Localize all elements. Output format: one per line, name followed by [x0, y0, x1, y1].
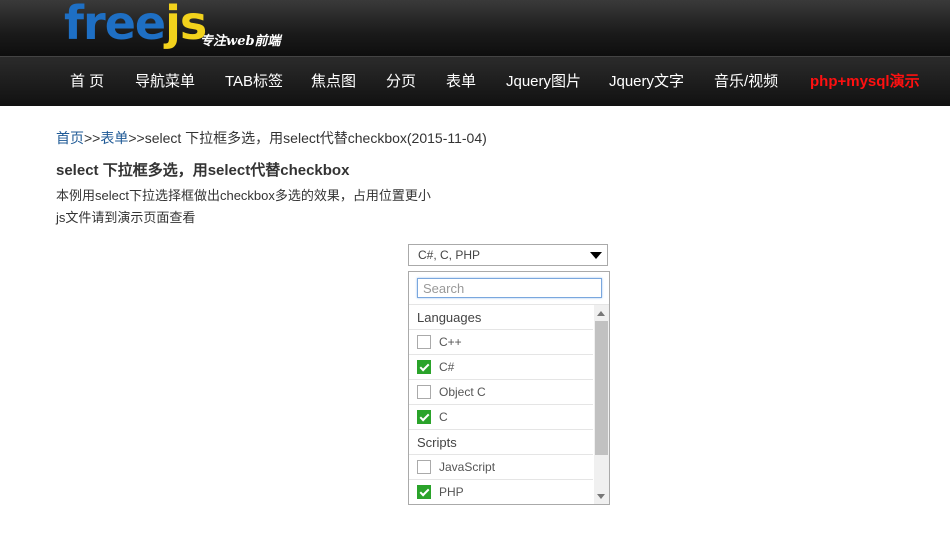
breadcrumb-category-link[interactable]: 表单	[100, 130, 128, 146]
article-note: js文件请到演示页面查看	[56, 210, 196, 225]
nav-item-home[interactable]: 首 页	[70, 70, 104, 91]
breadcrumb-current: select 下拉框多选，用select代替checkbox(2015-11-0…	[144, 130, 487, 146]
site-logo[interactable]: freejs	[64, 0, 207, 50]
options-list[interactable]: Languages C++ C# Object C C Scripts Java…	[409, 304, 609, 504]
dropdown-caret-icon[interactable]	[590, 252, 602, 259]
option-row[interactable]: C	[409, 405, 593, 430]
option-label: C++	[439, 335, 462, 349]
nav-item-focus[interactable]: 焦点图	[311, 70, 356, 91]
multi-select-box[interactable]: C#, C, PHP	[408, 244, 608, 266]
checkbox[interactable]	[417, 385, 431, 399]
breadcrumb: 首页>>表单>>select 下拉框多选，用select代替checkbox(2…	[56, 128, 487, 148]
scroll-up-arrow-icon[interactable]	[597, 311, 605, 316]
site-tagline: 专注web前端	[200, 34, 281, 49]
option-row[interactable]: C#	[409, 355, 593, 380]
option-label: C#	[439, 360, 455, 374]
nav-item-media[interactable]: 音乐/视频	[714, 70, 778, 91]
checkbox[interactable]	[417, 410, 431, 424]
nav-item-tab[interactable]: TAB标签	[225, 70, 283, 91]
option-row[interactable]: C++	[409, 330, 593, 355]
option-row[interactable]: PHP	[409, 480, 593, 504]
main-nav: 首 页 导航菜单 TAB标签 焦点图 分页 表单 Jquery图片 Jquery…	[0, 56, 950, 106]
breadcrumb-separator: >>	[84, 130, 101, 146]
checkbox[interactable]	[417, 460, 431, 474]
optgroup-label: Languages	[409, 305, 593, 330]
nav-item-menu[interactable]: 导航菜单	[135, 70, 195, 91]
scrollbar-thumb[interactable]	[595, 321, 608, 455]
breadcrumb-separator: >>	[128, 130, 145, 146]
article-title: select 下拉框多选，用select代替checkbox	[56, 162, 350, 179]
checkbox[interactable]	[417, 335, 431, 349]
option-label: JavaScript	[439, 460, 496, 474]
option-label: PHP	[439, 485, 464, 499]
multi-select-value: C#, C, PHP	[418, 248, 481, 262]
checkbox[interactable]	[417, 485, 431, 499]
nav-item-jquery-text[interactable]: Jquery文字	[609, 70, 684, 91]
nav-item-php-mysql[interactable]: php+mysql演示	[810, 70, 920, 91]
logo-free-text: free	[64, 0, 166, 50]
search-box	[417, 278, 602, 298]
breadcrumb-home-link[interactable]: 首页	[56, 130, 84, 146]
multi-select-dropdown: Languages C++ C# Object C C Scripts Java…	[408, 271, 610, 505]
option-label: Object C	[439, 385, 486, 399]
option-row[interactable]: Object C	[409, 380, 593, 405]
option-row[interactable]: JavaScript	[409, 455, 593, 480]
article-description: 本例用select下拉选择框做出checkbox多选的效果，占用位置更小	[56, 188, 431, 203]
vertical-scrollbar[interactable]	[594, 305, 609, 504]
nav-item-pagination[interactable]: 分页	[386, 70, 416, 91]
nav-item-form[interactable]: 表单	[446, 70, 476, 91]
search-input[interactable]	[418, 279, 601, 297]
option-label: C	[439, 410, 448, 424]
site-header: freejs 专注web前端	[0, 0, 950, 56]
nav-item-jquery-image[interactable]: Jquery图片	[506, 70, 581, 91]
scroll-down-arrow-icon[interactable]	[597, 494, 605, 499]
checkbox[interactable]	[417, 360, 431, 374]
optgroup-label: Scripts	[409, 430, 593, 455]
